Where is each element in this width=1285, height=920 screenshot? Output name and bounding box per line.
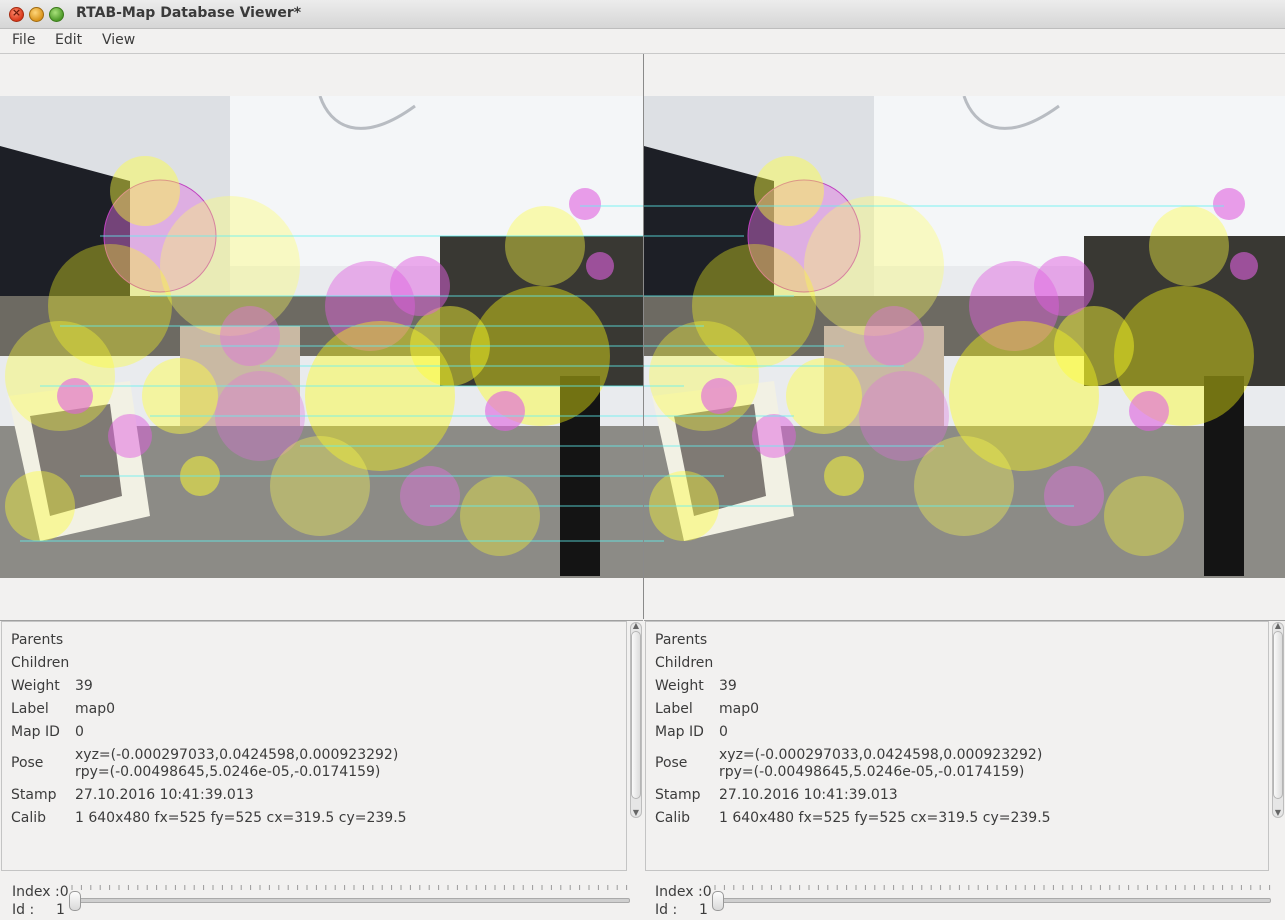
right-node-info-panel: Parents Children Weight 39 Label map0 Map … — [645, 621, 1269, 871]
window-title: RTAB-Map Database Viewer* — [76, 5, 302, 21]
right-camera-image — [644, 96, 1285, 578]
weight-value: 39 — [719, 678, 737, 694]
scroll-down-icon[interactable]: ▼ — [630, 808, 642, 817]
weight-value: 39 — [75, 678, 93, 694]
left-info-scrollbar[interactable]: ▲ ▼ — [630, 621, 642, 818]
menu-file[interactable]: File — [12, 32, 35, 48]
map-id-key: Map ID — [11, 724, 60, 740]
pose-rpy-value: rpy=(-0.00498645,5.0246e-05,-0.0174159) — [719, 764, 1025, 780]
menu-view[interactable]: View — [102, 32, 135, 48]
right-slider-groove[interactable] — [713, 898, 1271, 903]
left-index-label: Index :0 — [12, 884, 69, 900]
right-image-view[interactable] — [644, 54, 1285, 621]
right-id-value: 1 — [699, 902, 708, 918]
menu-edit[interactable]: Edit — [55, 32, 82, 48]
right-slider-ticks — [714, 885, 1271, 890]
right-slider-area: Index :0 Id : 1 — [644, 880, 1285, 920]
right-index-label: Index :0 — [655, 884, 712, 900]
left-id-value: 1 — [56, 902, 65, 918]
scroll-up-icon[interactable]: ▲ — [630, 621, 642, 630]
left-slider-ticks — [71, 885, 628, 890]
map-id-key: Map ID — [655, 724, 704, 740]
left-slider-area: Index :0 Id : 1 — [0, 880, 643, 920]
stamp-value: 27.10.2016 10:41:39.013 — [719, 787, 898, 803]
label-value: map0 — [75, 701, 116, 717]
right-id-label: Id : — [655, 902, 678, 918]
map-id-value: 0 — [75, 724, 84, 740]
left-index-slider-handle[interactable] — [69, 891, 81, 911]
calib-value: 1 640x480 fx=525 fy=525 cx=319.5 cy=239.… — [75, 810, 407, 826]
calib-value: 1 640x480 fx=525 fy=525 cx=319.5 cy=239.… — [719, 810, 1051, 826]
left-camera-image — [0, 96, 643, 578]
left-pane: Parents Children Weight 39 Label map0 Map … — [0, 54, 643, 918]
label-key: Label — [11, 701, 49, 717]
window-titlebar: × RTAB-Map Database Viewer* — [0, 0, 1285, 29]
map-id-value: 0 — [719, 724, 728, 740]
pose-xyz-value: xyz=(-0.000297033,0.0424598,0.000923292) — [719, 747, 1043, 763]
left-scrollbar-thumb[interactable] — [631, 631, 641, 799]
scroll-down-icon[interactable]: ▼ — [1272, 808, 1284, 817]
menu-bar: File Edit View — [0, 29, 1285, 54]
right-index-slider-handle[interactable] — [712, 891, 724, 911]
right-scrollbar-thumb[interactable] — [1273, 631, 1283, 799]
right-pane: Parents Children Weight 39 Label map0 Map … — [644, 54, 1285, 918]
right-info-scrollbar[interactable]: ▲ ▼ — [1272, 621, 1284, 818]
weight-key: Weight — [11, 678, 60, 694]
label-key: Label — [655, 701, 693, 717]
close-icon: × — [11, 6, 22, 19]
calib-key: Calib — [11, 810, 47, 826]
pose-rpy-value: rpy=(-0.00498645,5.0246e-05,-0.0174159) — [75, 764, 381, 780]
left-slider-groove[interactable] — [70, 898, 630, 903]
left-node-info-panel: Parents Children Weight 39 Label map0 Map … — [1, 621, 627, 871]
left-id-label: Id : — [12, 902, 35, 918]
window-minimize-button[interactable] — [29, 7, 44, 22]
stamp-key: Stamp — [655, 787, 701, 803]
window-close-button[interactable]: × — [9, 6, 24, 22]
pose-key: Pose — [655, 755, 688, 771]
parents-key: Parents — [655, 632, 708, 648]
children-key: Children — [655, 655, 714, 671]
stamp-key: Stamp — [11, 787, 57, 803]
pose-key: Pose — [11, 755, 44, 771]
label-value: map0 — [719, 701, 760, 717]
left-image-view[interactable] — [0, 54, 643, 621]
children-key: Children — [11, 655, 70, 671]
stamp-value: 27.10.2016 10:41:39.013 — [75, 787, 254, 803]
scroll-up-icon[interactable]: ▲ — [1272, 621, 1284, 630]
calib-key: Calib — [655, 810, 691, 826]
weight-key: Weight — [655, 678, 704, 694]
parents-key: Parents — [11, 632, 64, 648]
pose-xyz-value: xyz=(-0.000297033,0.0424598,0.000923292) — [75, 747, 399, 763]
window-maximize-button[interactable] — [49, 7, 64, 22]
